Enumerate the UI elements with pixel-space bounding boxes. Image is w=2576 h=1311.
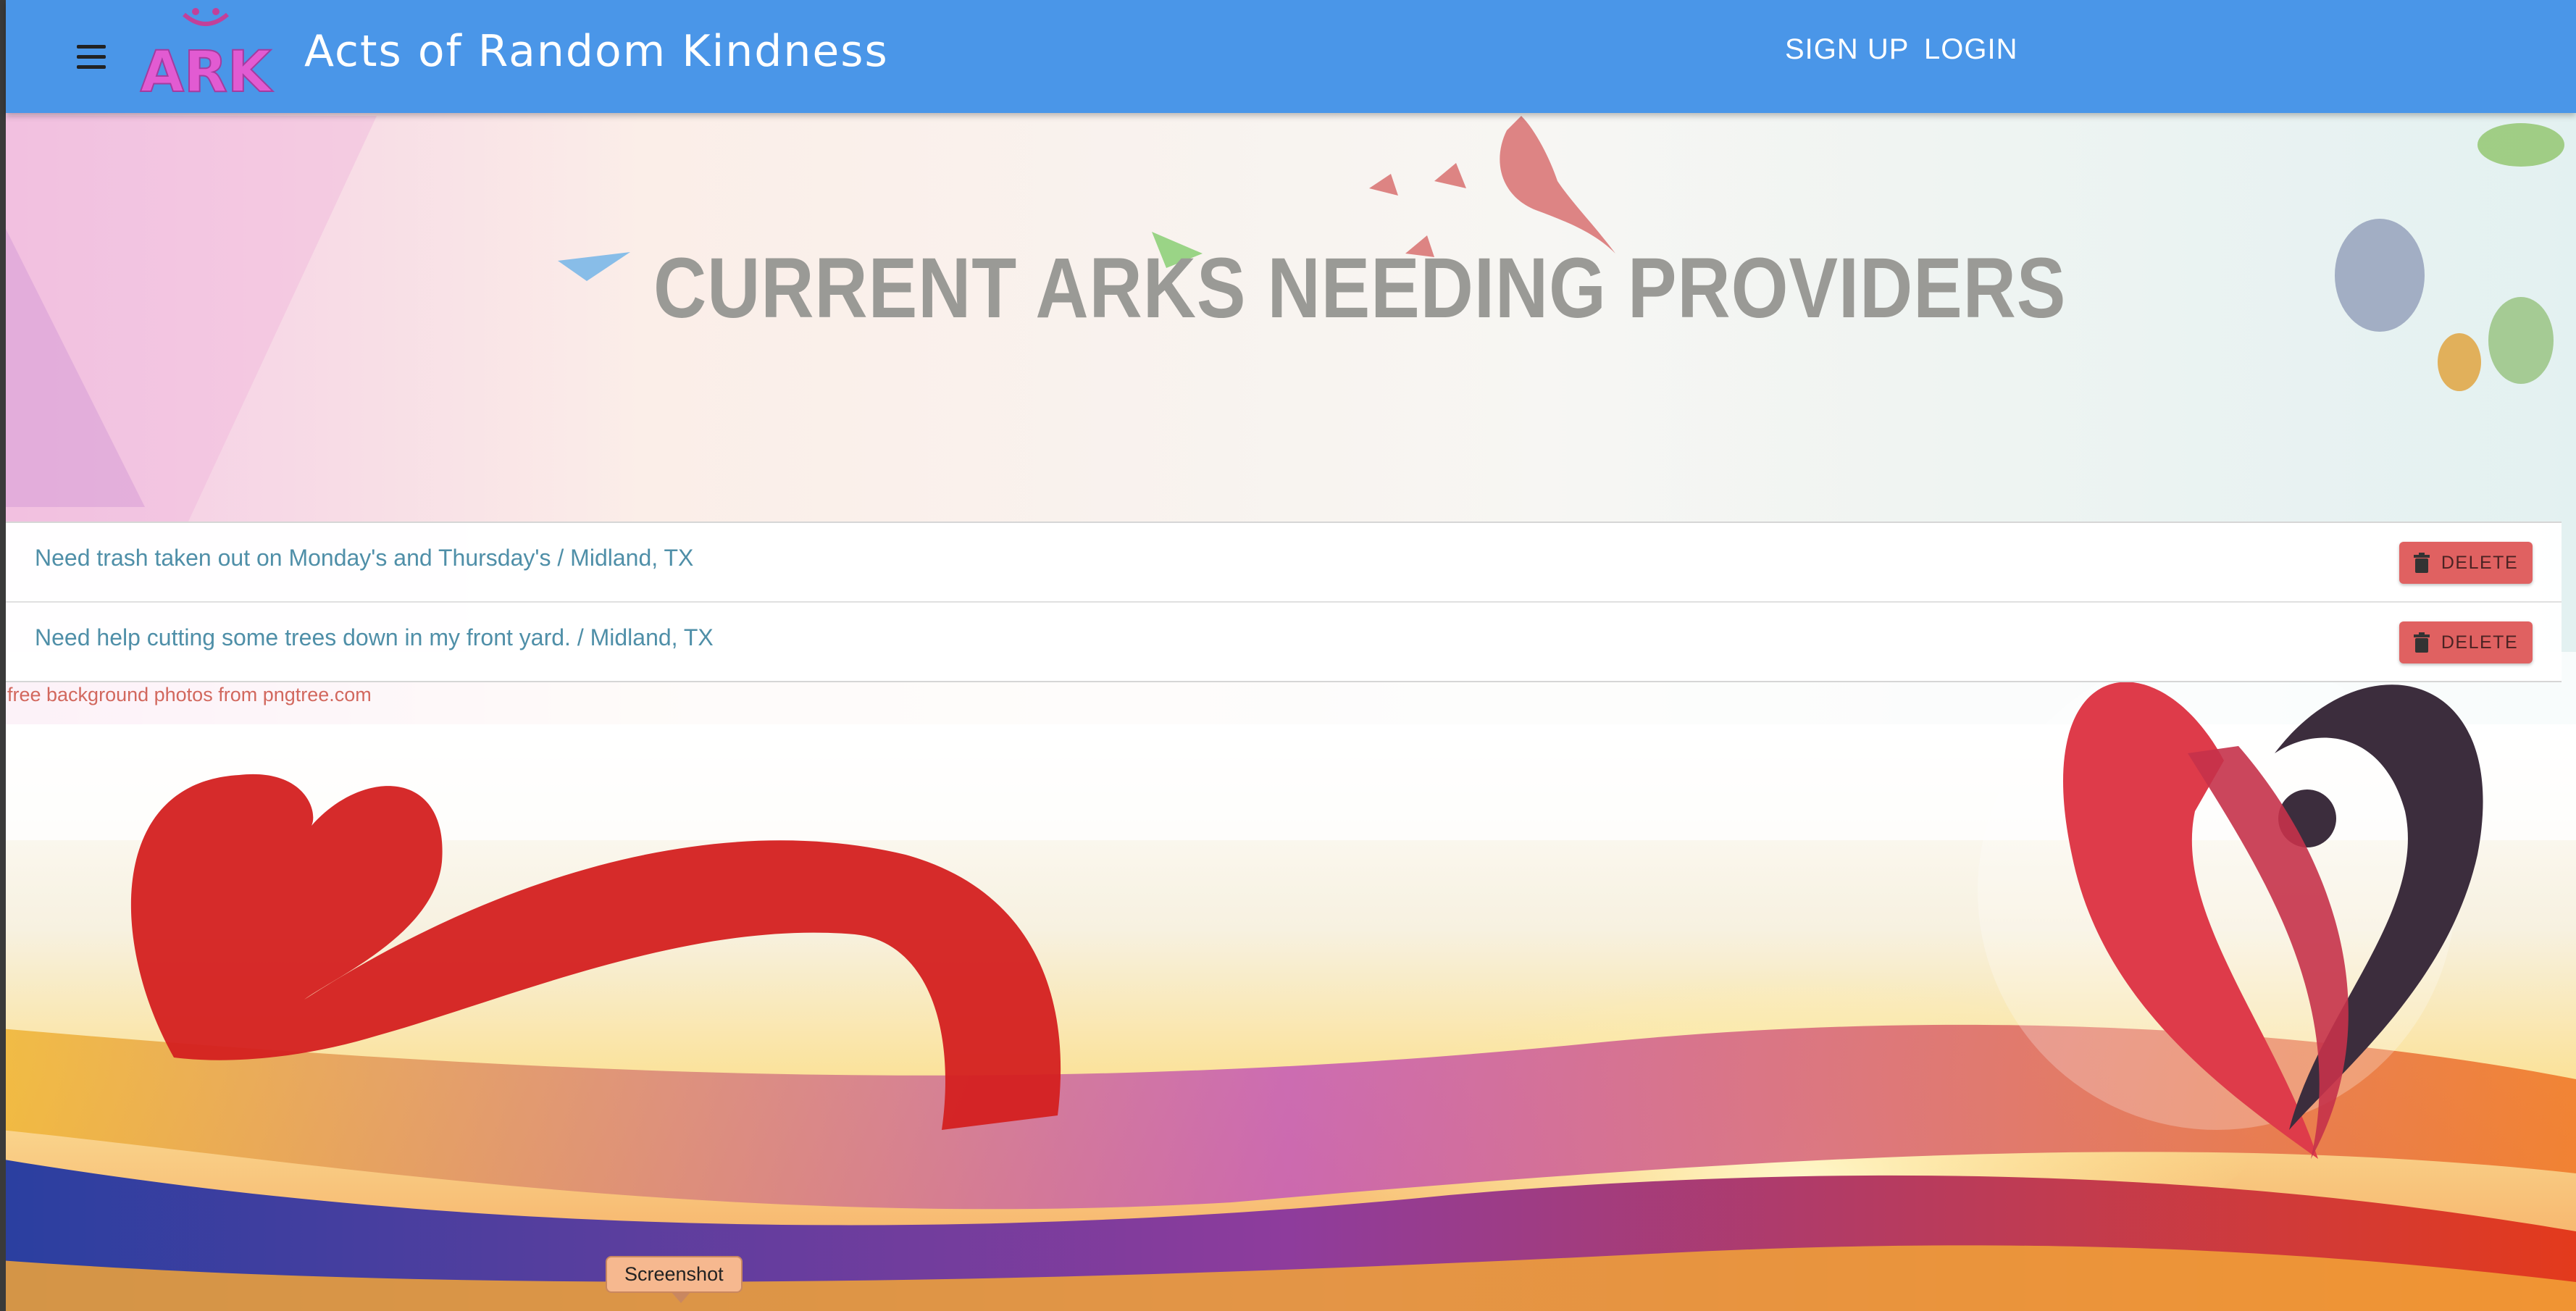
app-title: Acts of Random Kindness <box>304 26 889 77</box>
delete-label: DELETE <box>2441 552 2519 573</box>
background-credit-link[interactable]: free background photos from pngtree.com <box>7 684 372 706</box>
ark-description[interactable]: Need help cutting some trees down in my … <box>35 624 714 651</box>
screenshot-tooltip: Screenshot <box>606 1256 743 1303</box>
delete-button[interactable]: DELETE <box>2399 542 2533 584</box>
delete-button[interactable]: DELETE <box>2399 621 2533 663</box>
list-item: Need help cutting some trees down in my … <box>6 603 2562 681</box>
window-edge <box>0 0 6 1311</box>
ark-description[interactable]: Need trash taken out on Monday's and Thu… <box>35 545 693 571</box>
trash-icon <box>2413 632 2430 653</box>
page-title: CURRENT ARKS NEEDING PROVIDERS <box>653 240 2067 336</box>
menu-icon[interactable] <box>62 36 120 80</box>
svg-text:ARK: ARK <box>141 40 273 99</box>
signup-link[interactable]: SIGN UP <box>1785 33 1909 66</box>
ark-logo[interactable]: ARK <box>133 4 278 99</box>
ark-list: Need trash taken out on Monday's and Thu… <box>6 522 2562 682</box>
login-link[interactable]: LOGIN <box>1924 33 2017 66</box>
app-bar: ARK Acts of Random Kindness SIGN UP LOGI… <box>6 0 2576 113</box>
trash-icon <box>2413 553 2430 573</box>
delete-label: DELETE <box>2441 632 2519 653</box>
list-item: Need trash taken out on Monday's and Thu… <box>6 523 2562 603</box>
